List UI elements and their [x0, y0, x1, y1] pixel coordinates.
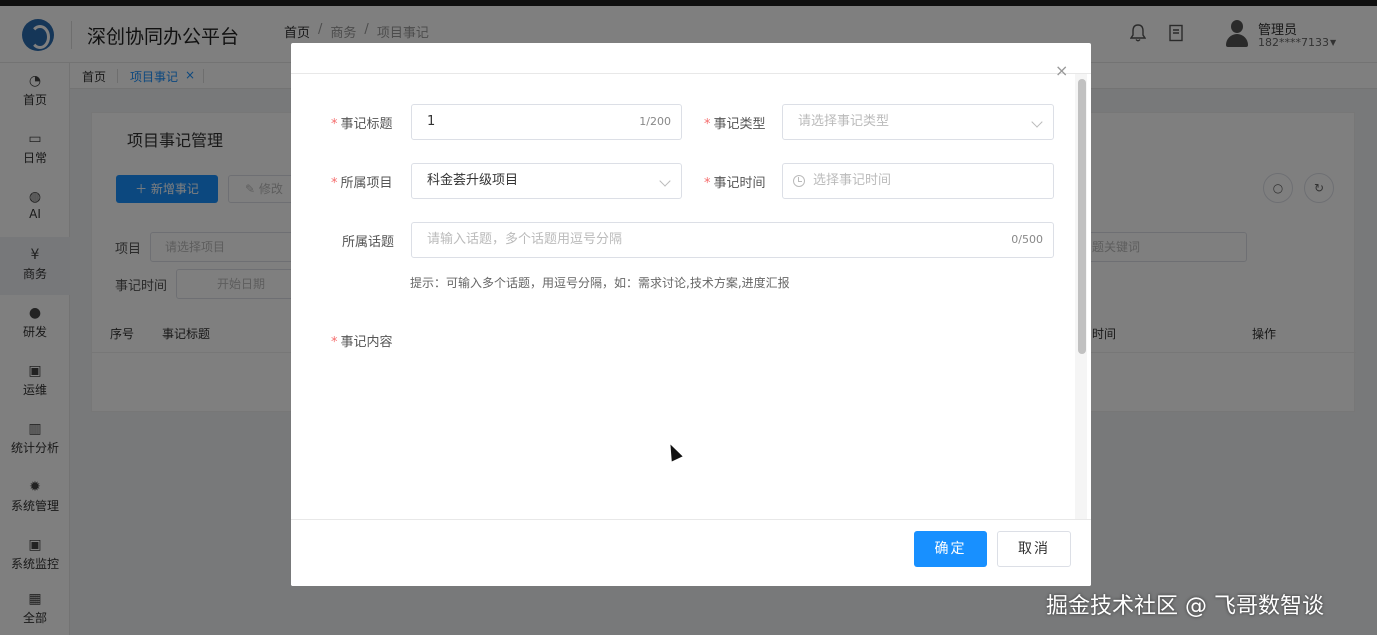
dialog-header [291, 43, 1091, 74]
close-icon[interactable]: × [1055, 63, 1068, 79]
field-label-topic: 所属话题 [342, 235, 395, 250]
dialog-scrollbar-thumb[interactable] [1078, 79, 1086, 354]
project-select[interactable]: 科金荟升级项目 [411, 163, 682, 199]
field-label-title: * 事记标题 [331, 117, 393, 132]
topic-char-count: 0/500 [1011, 233, 1043, 246]
field-label-project: * 所属项目 [331, 176, 393, 191]
chevron-down-icon [1031, 116, 1043, 128]
field-label-time: * 事记时间 [704, 176, 766, 191]
topic-input[interactable]: 请输入话题，多个话题用逗号分隔 0/500 [411, 222, 1054, 258]
chevron-down-icon [659, 175, 671, 187]
title-input[interactable]: 1 1/200 [411, 104, 682, 140]
field-label-content: * 事记内容 [331, 335, 393, 350]
clock-icon [793, 175, 805, 187]
time-picker[interactable]: 选择事记时间 [782, 163, 1054, 199]
watermark: 掘金技术社区 @ 飞哥数智谈 [1046, 594, 1324, 619]
title-char-count: 1/200 [639, 115, 671, 128]
cancel-button[interactable]: 取消 [997, 531, 1071, 567]
record-dialog: × * 事记标题 1 1/200 * 事记类型 请选择事记类型 * 所属项目 科金荟升… [291, 43, 1091, 586]
type-select[interactable]: 请选择事记类型 [782, 104, 1054, 140]
field-label-type: * 事记类型 [704, 117, 766, 132]
dialog-footer: 确定 取消 [291, 519, 1091, 586]
content-editor[interactable] [411, 323, 1054, 513]
confirm-button[interactable]: 确定 [914, 531, 987, 567]
topic-hint: 提示：可输入多个话题，用逗号分隔，如：需求讨论,技术方案,进度汇报 [410, 276, 790, 290]
